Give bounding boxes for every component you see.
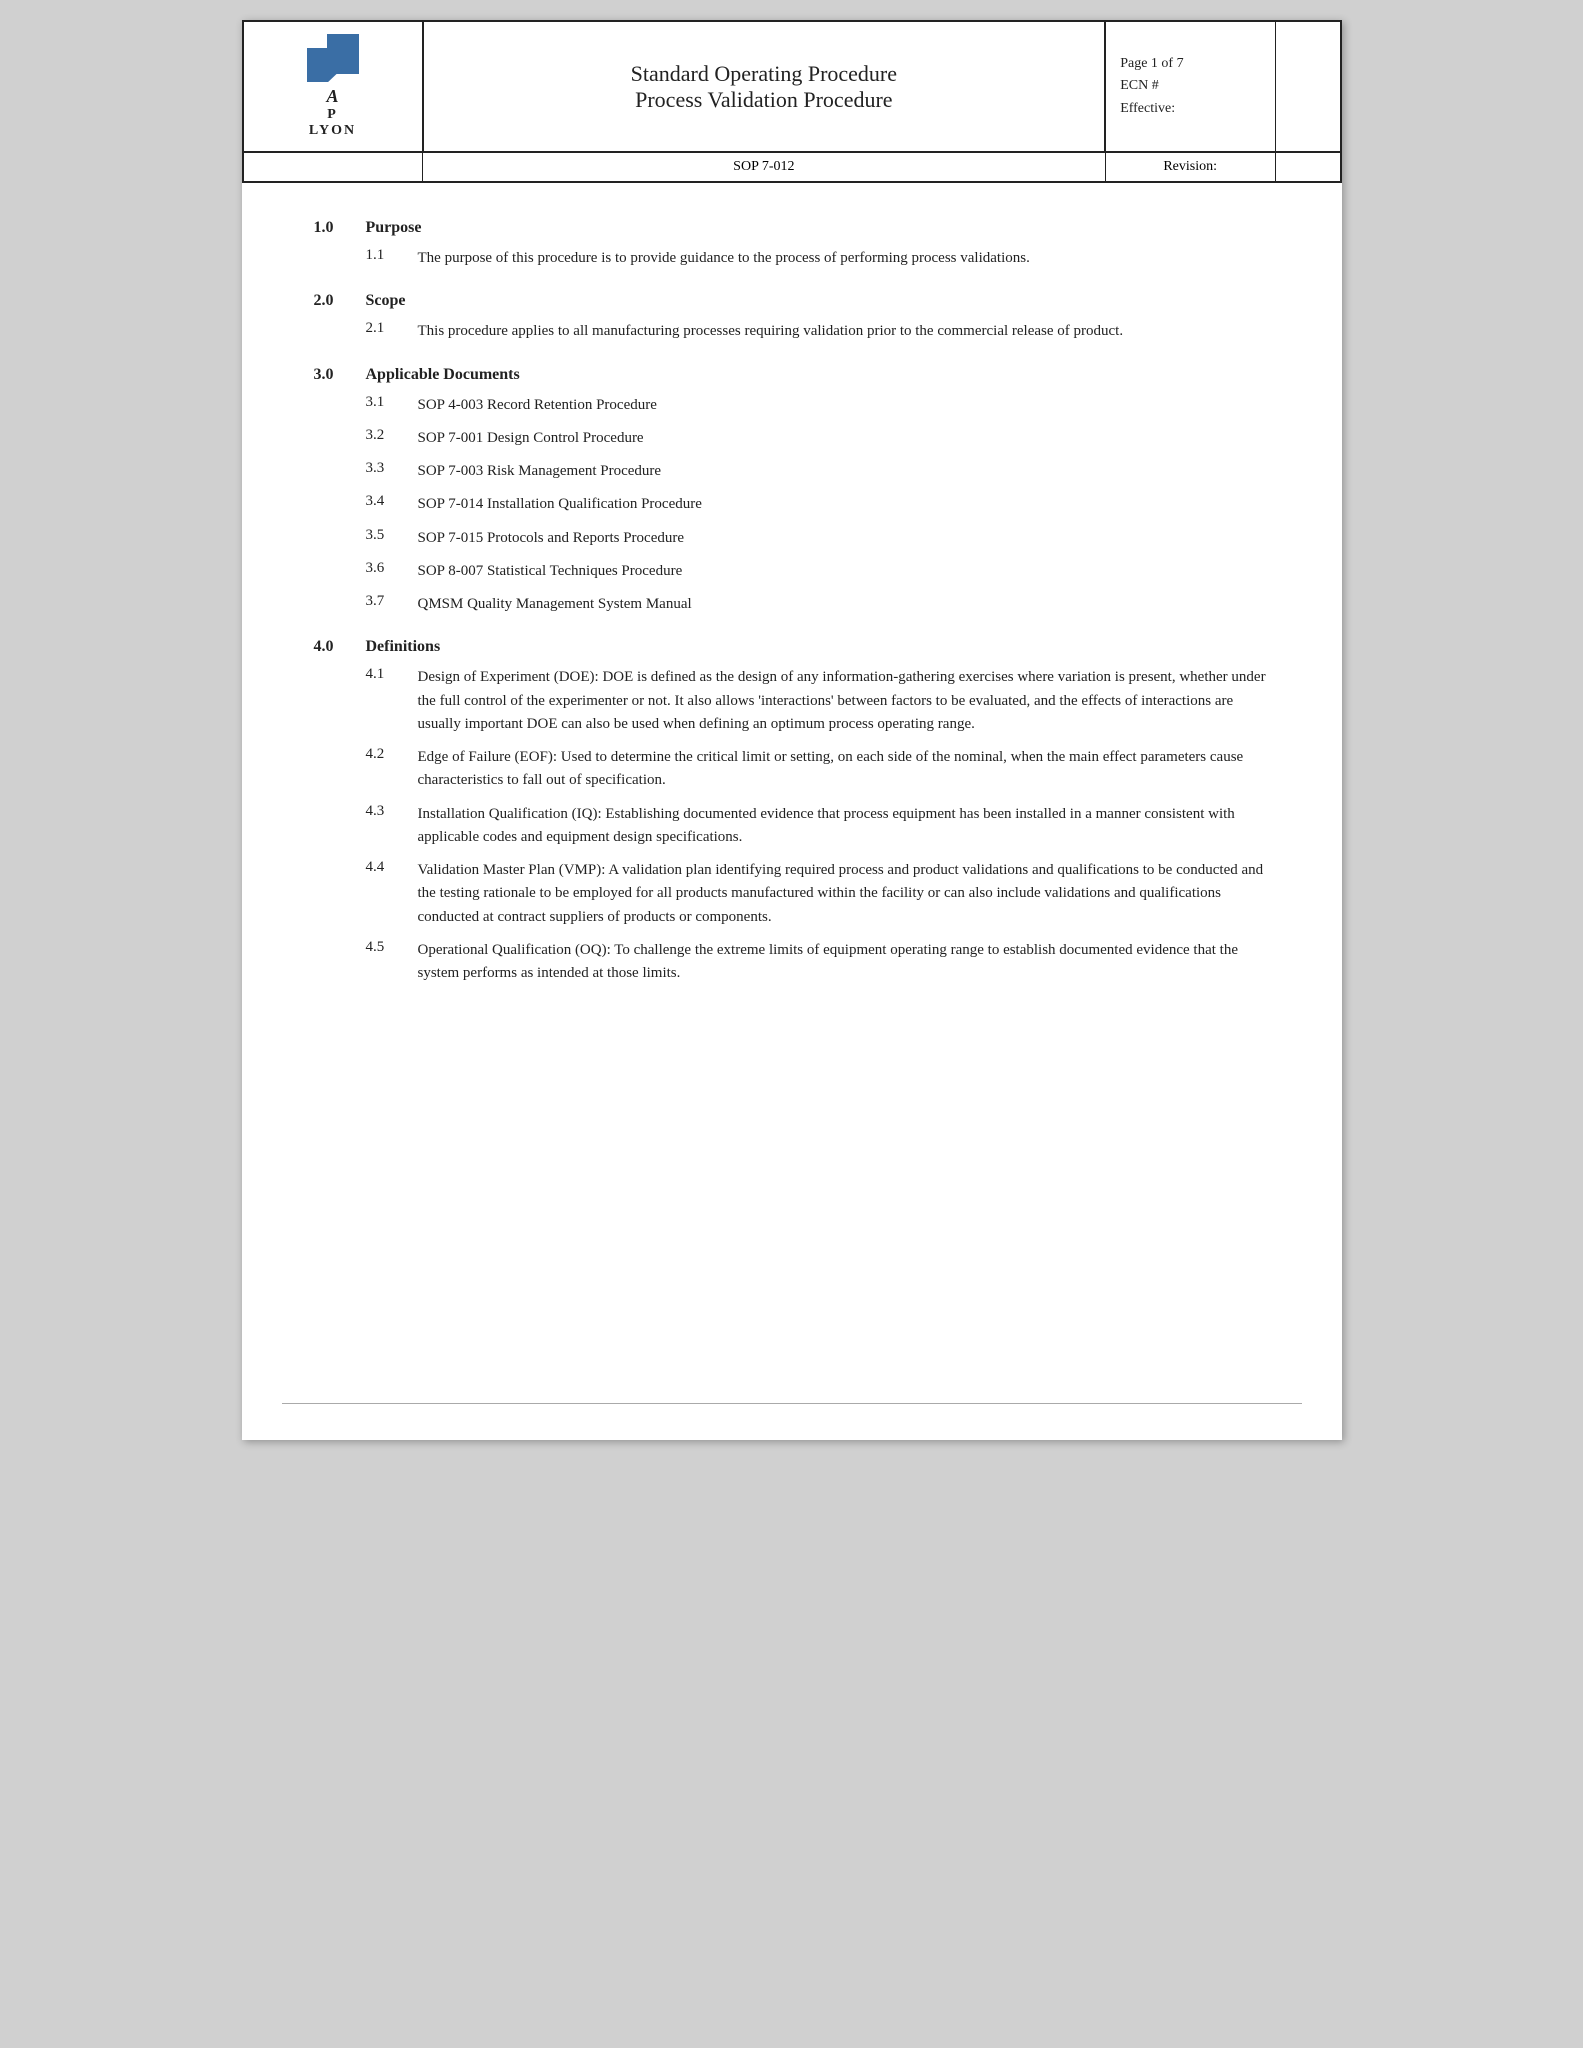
subsection-3-7-text: QMSM Quality Management System Manual — [418, 593, 692, 616]
subsection-1-1-text: The purpose of this procedure is to prov… — [418, 247, 1030, 270]
subsection-4-5-text: Operational Qualification (OQ): To chall… — [418, 939, 1270, 986]
subsection-4-2-num: 4.2 — [366, 746, 418, 763]
subsection-4-1: 4.1 Design of Experiment (DOE): DOE is d… — [314, 666, 1270, 736]
document-page: APLYON Standard Operating Procedure Proc… — [242, 20, 1342, 1440]
subsection-3-6: 3.6 SOP 8-007 Statistical Techniques Pro… — [314, 560, 1270, 583]
subsection-3-6-text: SOP 8-007 Statistical Techniques Procedu… — [418, 560, 683, 583]
subsection-4-4-text: Validation Master Plan (VMP): A validati… — [418, 859, 1270, 929]
section-2: 2.0 Scope 2.1 This procedure applies to … — [314, 292, 1270, 343]
subsection-3-4-text: SOP 7-014 Installation Qualification Pro… — [418, 493, 702, 516]
section-1-title: Purpose — [366, 219, 422, 237]
subsection-3-2-num: 3.2 — [366, 427, 418, 444]
subsection-3-3-text: SOP 7-003 Risk Management Procedure — [418, 460, 662, 483]
subsection-1-1: 1.1 The purpose of this procedure is to … — [314, 247, 1270, 270]
header-title-cell: Standard Operating Procedure Process Val… — [423, 21, 1106, 152]
subsection-2-1-text: This procedure applies to all manufactur… — [418, 320, 1124, 343]
header-revision: Revision: — [1105, 152, 1275, 182]
subsection-4-4: 4.4 Validation Master Plan (VMP): A vali… — [314, 859, 1270, 929]
logo-text: APLYON — [309, 86, 356, 139]
header-bottom-empty2 — [1275, 152, 1340, 182]
subsection-3-5-num: 3.5 — [366, 527, 418, 544]
subsection-3-3-num: 3.3 — [366, 460, 418, 477]
header-effective: Effective: — [1120, 98, 1261, 120]
subsection-4-3-num: 4.3 — [366, 803, 418, 820]
subsection-4-3-text: Installation Qualification (IQ): Establi… — [418, 803, 1270, 850]
subsection-4-5-num: 4.5 — [366, 939, 418, 956]
subsection-4-3: 4.3 Installation Qualification (IQ): Est… — [314, 803, 1270, 850]
subsection-3-2-text: SOP 7-001 Design Control Procedure — [418, 427, 644, 450]
section-3-heading: 3.0 Applicable Documents — [314, 366, 1270, 384]
subsection-3-3: 3.3 SOP 7-003 Risk Management Procedure — [314, 460, 1270, 483]
subsection-3-5-text: SOP 7-015 Protocols and Reports Procedur… — [418, 527, 685, 550]
logo-cell: APLYON — [243, 21, 423, 152]
subsection-3-7-num: 3.7 — [366, 593, 418, 610]
section-4-num: 4.0 — [314, 638, 366, 656]
section-1: 1.0 Purpose 1.1 The purpose of this proc… — [314, 219, 1270, 270]
header-bottom-empty — [243, 152, 423, 182]
section-3: 3.0 Applicable Documents 3.1 SOP 4-003 R… — [314, 366, 1270, 617]
document-header: APLYON Standard Operating Procedure Proc… — [242, 20, 1342, 183]
subsection-4-5: 4.5 Operational Qualification (OQ): To c… — [314, 939, 1270, 986]
subsection-3-1: 3.1 SOP 4-003 Record Retention Procedure — [314, 394, 1270, 417]
logo-container: APLYON — [260, 34, 406, 139]
section-2-num: 2.0 — [314, 292, 366, 310]
document-content: 1.0 Purpose 1.1 The purpose of this proc… — [242, 183, 1342, 1067]
subsection-2-1-num: 2.1 — [366, 320, 418, 337]
subsection-3-1-text: SOP 4-003 Record Retention Procedure — [418, 394, 657, 417]
header-ecn: ECN # — [1120, 75, 1261, 97]
section-3-title: Applicable Documents — [366, 366, 520, 384]
section-4-title: Definitions — [366, 638, 441, 656]
header-page-info: Page 1 of 7 — [1120, 53, 1261, 75]
subsection-4-2-text: Edge of Failure (EOF): Used to determine… — [418, 746, 1270, 793]
subsection-3-2: 3.2 SOP 7-001 Design Control Procedure — [314, 427, 1270, 450]
header-title-sub: Process Validation Procedure — [444, 87, 1085, 113]
header-info-cell: Page 1 of 7 ECN # Effective: — [1105, 21, 1275, 152]
subsection-3-5: 3.5 SOP 7-015 Protocols and Reports Proc… — [314, 527, 1270, 550]
subsection-3-4: 3.4 SOP 7-014 Installation Qualification… — [314, 493, 1270, 516]
section-4: 4.0 Definitions 4.1 Design of Experiment… — [314, 638, 1270, 985]
section-2-title: Scope — [366, 292, 406, 310]
section-2-heading: 2.0 Scope — [314, 292, 1270, 310]
subsection-4-1-text: Design of Experiment (DOE): DOE is defin… — [418, 666, 1270, 736]
header-sop-number: SOP 7-012 — [423, 152, 1106, 182]
logo-icon — [307, 34, 359, 82]
subsection-4-4-num: 4.4 — [366, 859, 418, 876]
logo-square-front — [307, 48, 343, 82]
subsection-2-1: 2.1 This procedure applies to all manufa… — [314, 320, 1270, 343]
subsection-3-4-num: 3.4 — [366, 493, 418, 510]
section-1-num: 1.0 — [314, 219, 366, 237]
section-4-heading: 4.0 Definitions — [314, 638, 1270, 656]
subsection-4-1-num: 4.1 — [366, 666, 418, 683]
subsection-3-1-num: 3.1 — [366, 394, 418, 411]
subsection-1-1-num: 1.1 — [366, 247, 418, 264]
subsection-3-7: 3.7 QMSM Quality Management System Manua… — [314, 593, 1270, 616]
subsection-4-2: 4.2 Edge of Failure (EOF): Used to deter… — [314, 746, 1270, 793]
subsection-3-6-num: 3.6 — [366, 560, 418, 577]
header-title-main: Standard Operating Procedure — [444, 61, 1085, 87]
section-3-num: 3.0 — [314, 366, 366, 384]
section-1-heading: 1.0 Purpose — [314, 219, 1270, 237]
footer-line — [282, 1403, 1302, 1404]
